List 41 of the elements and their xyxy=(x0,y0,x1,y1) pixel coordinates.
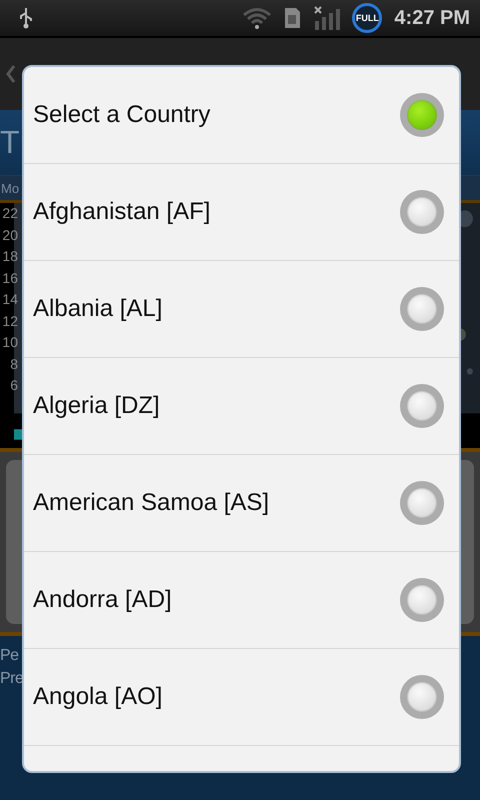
country-option[interactable]: Angola [AO] xyxy=(24,649,459,746)
usb-icon xyxy=(18,7,34,29)
sim-card-icon xyxy=(284,7,302,29)
axis-label: 6 xyxy=(9,377,18,395)
footer-text: Pre xyxy=(0,669,24,689)
country-option[interactable]: Andorra [AD] xyxy=(24,552,459,649)
radio-button[interactable] xyxy=(400,384,444,428)
clock-time: 4:27 PM xyxy=(394,6,470,30)
country-option[interactable]: Select a Country xyxy=(24,67,459,164)
country-option[interactable]: Albania [AL] xyxy=(24,261,459,358)
option-label: Select a Country xyxy=(33,101,210,129)
option-label: American Samoa [AS] xyxy=(33,489,270,517)
page-title: T xyxy=(0,124,20,161)
wifi-icon xyxy=(242,6,272,30)
axis-label: 10 xyxy=(1,334,18,352)
radio-button[interactable] xyxy=(400,675,444,719)
option-label: Afghanistan [AF] xyxy=(33,198,210,226)
axis-label: 12 xyxy=(1,312,18,330)
radio-button[interactable] xyxy=(400,93,444,137)
tab[interactable]: Mo xyxy=(0,180,20,196)
footer-text: Pe xyxy=(0,646,20,666)
country-option[interactable]: Algeria [DZ] xyxy=(24,358,459,455)
country-option[interactable]: Afghanistan [AF] xyxy=(24,164,459,261)
axis-label: 8 xyxy=(9,356,18,374)
country-option[interactable]: American Samoa [AS] xyxy=(24,455,459,552)
option-label: Algeria [DZ] xyxy=(33,392,160,420)
status-badge: FULL xyxy=(352,3,382,33)
back-icon xyxy=(6,64,16,84)
axis-label: 16 xyxy=(1,270,18,288)
axis-label: 14 xyxy=(1,291,18,309)
radio-button[interactable] xyxy=(400,578,444,622)
axis-label: 22 xyxy=(1,205,18,223)
radio-button[interactable] xyxy=(400,287,444,331)
option-label: Andorra [AD] xyxy=(33,586,172,614)
radio-button[interactable] xyxy=(400,481,444,525)
axis-label: 18 xyxy=(1,248,18,266)
option-label: Albania [AL] xyxy=(33,295,162,323)
radio-button[interactable] xyxy=(400,190,444,234)
signal-icon xyxy=(314,5,340,31)
option-label: Angola [AO] xyxy=(33,683,162,711)
axis-label: 20 xyxy=(1,226,18,244)
